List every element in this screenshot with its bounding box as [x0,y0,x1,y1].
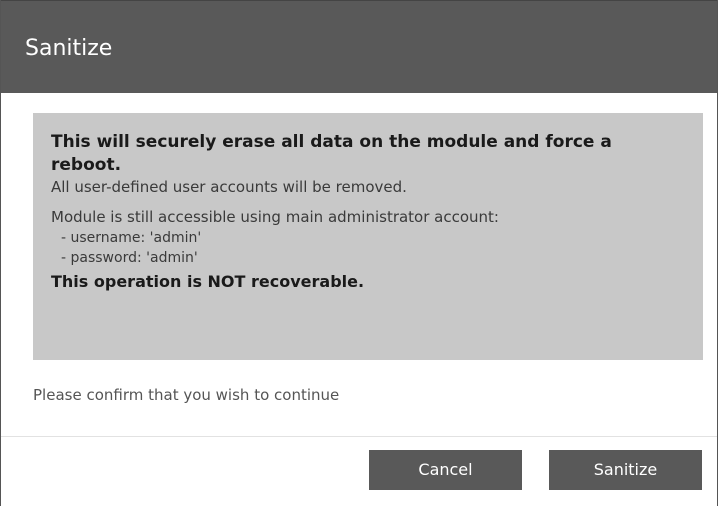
warning-headline: This will securely erase all data on the… [51,132,612,175]
warning-box: This will securely erase all data on the… [33,113,703,360]
sanitize-button[interactable]: Sanitize [549,450,702,490]
warning-admin-access: Module is still accessible using main ad… [51,208,499,226]
footer-divider [1,436,717,437]
warning-username: - username: 'admin' [61,230,202,246]
confirm-text: Please confirm that you wish to continue [33,386,340,404]
warning-password: - password: 'admin' [61,250,198,266]
cancel-button[interactable]: Cancel [369,450,522,490]
dialog-title: Sanitize [25,36,113,61]
dialog-header: Sanitize [1,0,717,93]
warning-not-recoverable: This operation is NOT recoverable. [51,272,365,291]
warning-accounts-removed: All user-defined user accounts will be r… [51,178,407,196]
sanitize-dialog: Sanitize This will securely erase all da… [0,0,718,506]
